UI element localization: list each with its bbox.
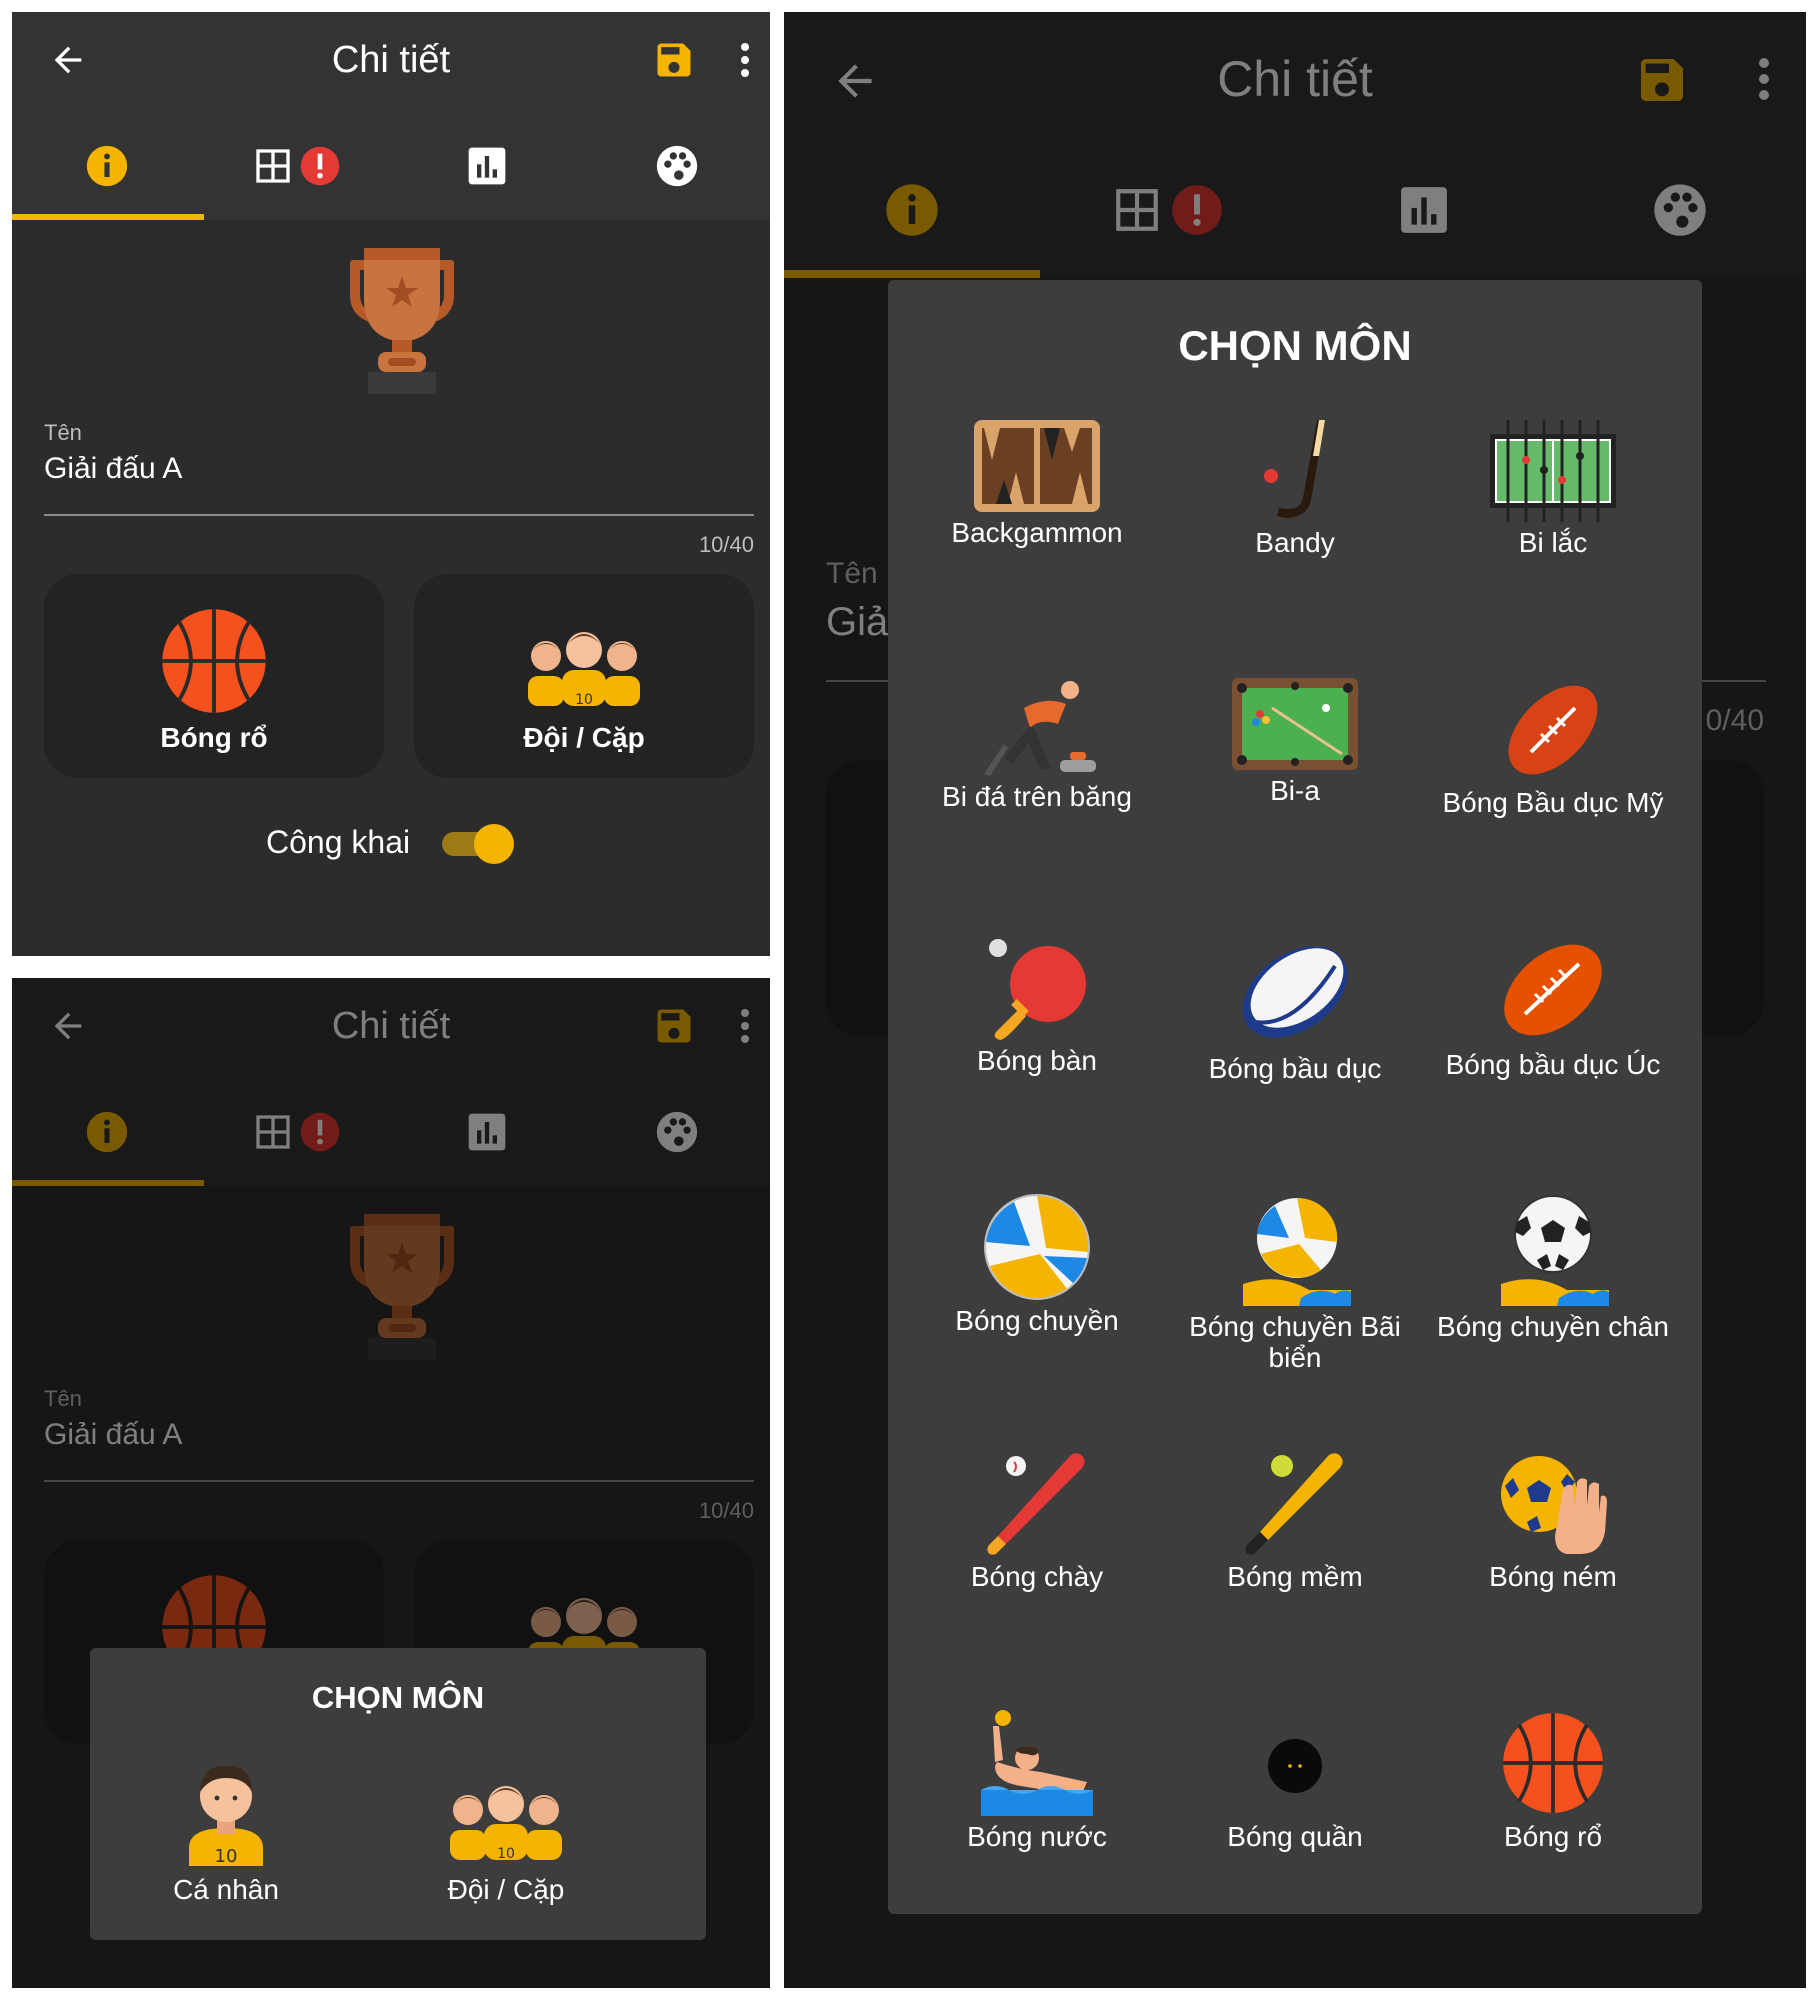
footvolley-icon <box>1501 1195 1609 1306</box>
toggle-thumb <box>474 824 514 864</box>
sport-water-polo[interactable]: Bóng nước <box>908 1710 1166 1852</box>
public-toggle[interactable] <box>440 824 514 864</box>
bandy-icon <box>1264 420 1325 518</box>
tab-bar <box>12 112 770 220</box>
name-field-input[interactable]: Giải đấu A <box>44 452 182 486</box>
sport-backgammon[interactable]: Backgammon <box>908 420 1166 548</box>
bar-chart-icon <box>468 147 506 185</box>
table-tennis-icon <box>989 939 1086 1040</box>
volleyball-icon <box>984 1194 1090 1300</box>
panel-mode-picker: Chi tiết Tên Giải đấ <box>12 978 770 1988</box>
water-polo-icon <box>981 1710 1093 1816</box>
info-icon <box>86 145 128 187</box>
softball-icon <box>1245 1453 1343 1555</box>
sport-label: Bóng mềm <box>1227 1561 1363 1592</box>
tab-stats[interactable] <box>392 112 582 220</box>
american-football-icon <box>1508 685 1598 775</box>
sport-label: Bóng bàn <box>977 1045 1097 1076</box>
basketball-icon <box>162 609 266 713</box>
sport-label: Bóng nước <box>967 1821 1107 1852</box>
sport-label: Bóng chuyền <box>955 1305 1119 1336</box>
tab-indicator <box>12 214 204 220</box>
public-label: Công khai <box>266 824 411 860</box>
sport-handball[interactable]: Bóng ném <box>1424 1452 1682 1592</box>
basketball-icon <box>1503 1713 1603 1813</box>
tab-bracket[interactable] <box>202 112 392 220</box>
grid-icon <box>256 149 290 183</box>
option-individual[interactable]: 10 Cá nhân <box>146 1756 306 1916</box>
person-icon: 10 <box>189 1765 263 1866</box>
sport-rugby[interactable]: Bóng bầu dục <box>1166 936 1424 1084</box>
team-type-card-label: Đội / Cặp <box>523 722 645 753</box>
handball-icon <box>1501 1456 1607 1554</box>
australian-football-icon <box>1504 944 1602 1036</box>
sport-label: Bóng chuyền Bãi biển <box>1189 1311 1401 1373</box>
sport-label: Bóng chuyền chân <box>1437 1311 1669 1342</box>
sport-billiards[interactable]: Bi-a <box>1166 678 1424 806</box>
sport-label: Bi lắc <box>1518 527 1588 558</box>
sport-label: Bóng bầu dục <box>1208 1053 1382 1084</box>
backgammon-icon <box>974 420 1100 512</box>
panel-details: Chi tiết Tên Giải đấu A 10/40 Bóng rổ 10… <box>12 12 770 956</box>
billiards-icon <box>1232 678 1358 770</box>
option-team-label: Đội / Cặp <box>447 1874 565 1905</box>
dialog-title: CHỌN MÔN <box>311 1680 485 1715</box>
sport-australian-football[interactable]: Bóng bầu dục Úc <box>1424 936 1682 1080</box>
tab-info[interactable] <box>12 112 202 220</box>
sport-label: Bóng bầu dục Úc <box>1445 1049 1661 1080</box>
tab-participants[interactable] <box>582 112 770 220</box>
svg-text:10: 10 <box>575 692 593 706</box>
name-field-underline <box>44 514 754 516</box>
dialog-title: CHỌN MÔN <box>1178 322 1412 369</box>
sport-bandy[interactable]: Bandy <box>1166 420 1424 558</box>
sport-label: Bi-a <box>1270 775 1320 806</box>
rugby-ball-icon <box>1242 946 1348 1038</box>
sport-card[interactable]: Bóng rổ <box>44 574 384 778</box>
sport-american-football[interactable]: Bóng Bầu dục Mỹ <box>1424 678 1682 818</box>
sport-basketball[interactable]: Bóng rổ <box>1424 1710 1682 1852</box>
name-field-label: Tên <box>44 420 82 445</box>
svg-text:10: 10 <box>215 1846 238 1866</box>
sport-footvolley[interactable]: Bóng chuyền chân <box>1424 1194 1682 1342</box>
team-icon: 10 <box>528 632 640 706</box>
mode-dialog: CHỌN MÔN 10 Cá nhân 10 Đội / Cặp <box>90 1648 706 1940</box>
baseball-icon <box>987 1453 1085 1555</box>
team-type-card[interactable]: 10 Đội / Cặp <box>414 574 754 778</box>
panel-sport-picker: Chi tiết Tên Giả 0/40 CHỌN MÔN <box>784 12 1806 1988</box>
svg-text:10: 10 <box>497 1846 515 1860</box>
sport-label: Bóng ném <box>1489 1561 1617 1592</box>
sport-label: Backgammon <box>951 517 1123 548</box>
error-badge-icon <box>300 146 340 186</box>
option-team[interactable]: 10 Đội / Cặp <box>426 1756 586 1916</box>
team-icon: 10 <box>450 1786 562 1860</box>
option-individual-label: Cá nhân <box>173 1874 279 1905</box>
sport-label: Bóng Bầu dục Mỹ <box>1442 787 1664 818</box>
curling-icon <box>984 681 1096 776</box>
foosball-icon <box>1490 420 1616 522</box>
sport-softball[interactable]: Bóng mềm <box>1166 1452 1424 1592</box>
app-bar: Chi tiết <box>12 12 770 112</box>
sport-table-tennis[interactable]: Bóng bàn <box>908 936 1166 1076</box>
more-vert-icon[interactable] <box>738 40 752 80</box>
sport-label: Bóng chày <box>970 1561 1104 1592</box>
sport-curling[interactable]: Bi đá trên băng <box>908 678 1166 812</box>
sport-label: Bi đá trên băng <box>942 781 1132 812</box>
sport-volleyball[interactable]: Bóng chuyền <box>908 1194 1166 1336</box>
save-icon[interactable] <box>652 38 696 82</box>
sport-label: Bóng rổ <box>1503 1821 1603 1852</box>
sport-dialog: CHỌN MÔN Backgammon Bandy Bi lắc Bi đá t… <box>888 280 1702 1914</box>
sport-foosball[interactable]: Bi lắc <box>1424 420 1682 558</box>
squash-ball-icon <box>1268 1739 1322 1793</box>
sport-label: Bandy <box>1255 527 1335 558</box>
char-counter: 10/40 <box>698 532 754 557</box>
sport-card-label: Bóng rổ <box>160 722 268 753</box>
beach-volleyball-icon <box>1243 1197 1351 1306</box>
sport-beach-volleyball[interactable]: Bóng chuyền Bãi biển <box>1166 1194 1424 1373</box>
sport-baseball[interactable]: Bóng chày <box>908 1452 1166 1592</box>
palette-icon <box>656 145 698 187</box>
trophy-icon <box>350 248 454 394</box>
sport-label: Bóng quần <box>1227 1821 1363 1852</box>
sport-squash[interactable]: Bóng quần <box>1166 1710 1424 1852</box>
